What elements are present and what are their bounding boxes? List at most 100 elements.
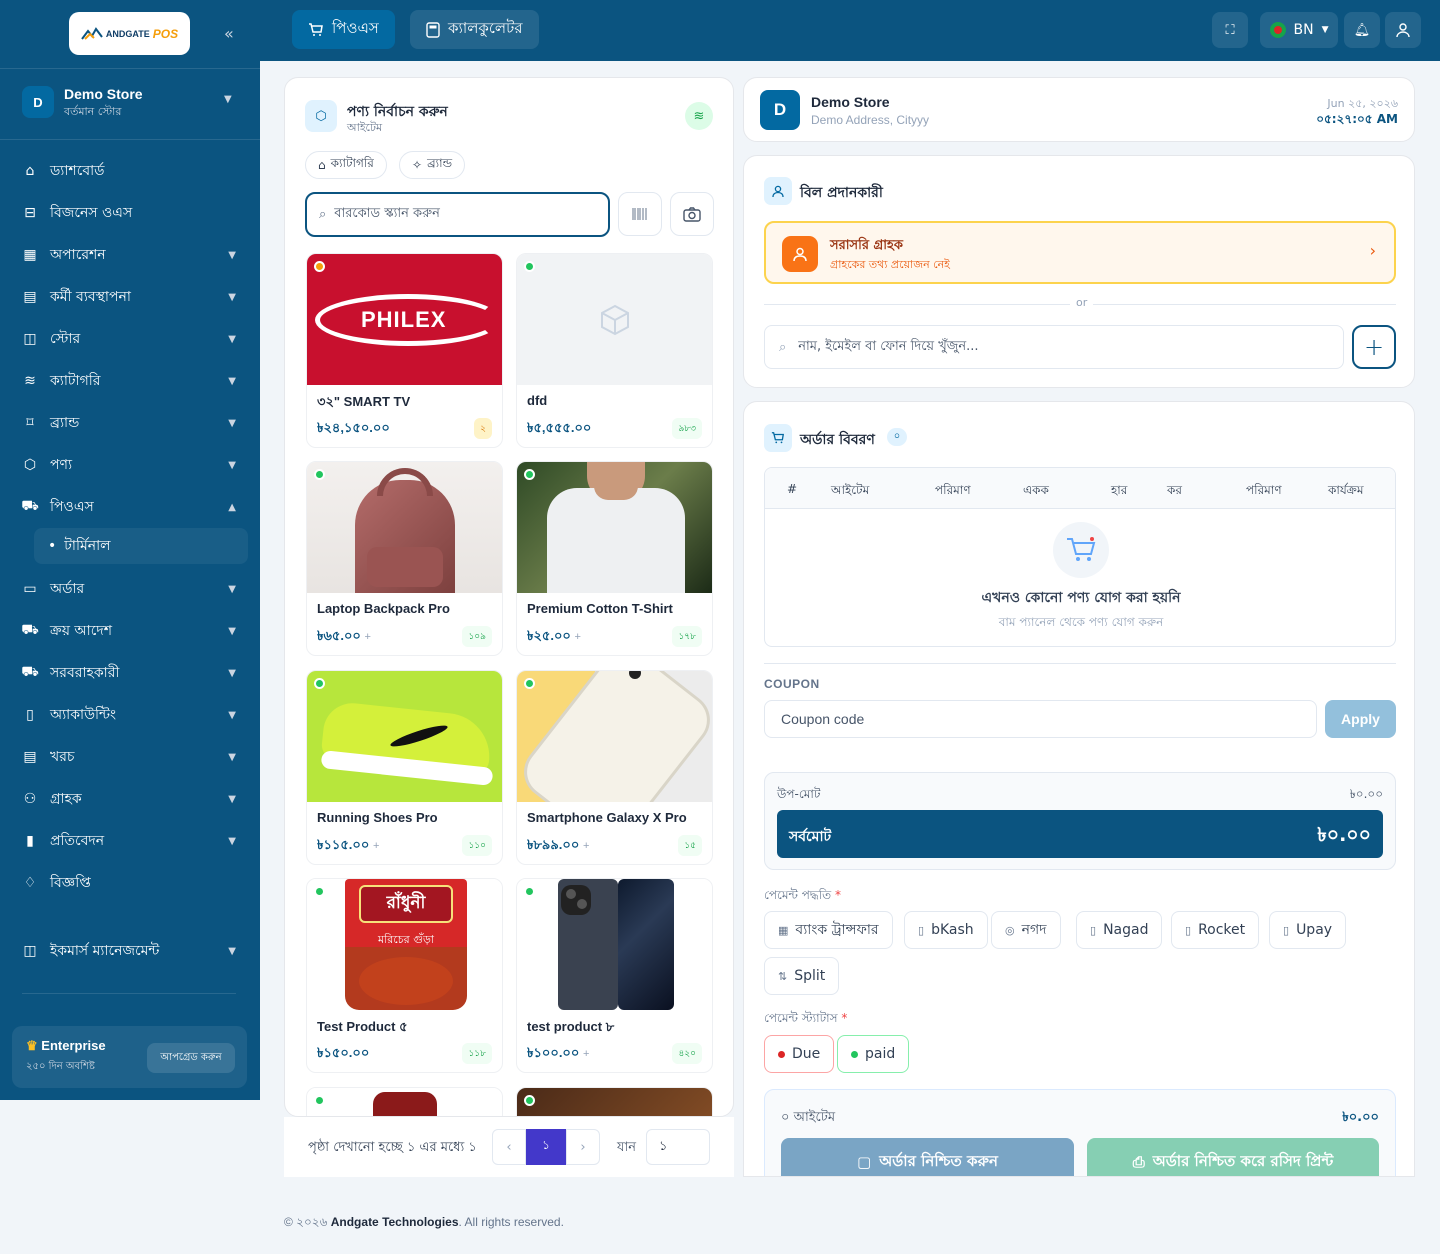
product-price: ৳৮৯৯.০০ + — [527, 836, 589, 857]
cart-icon — [309, 22, 323, 36]
notification-bell-icon[interactable]: 🔔︎ — [1344, 12, 1380, 48]
sidebar-item[interactable]: ▯ অ্যাকাউন্টিং ▼ — [12, 694, 248, 736]
chevron-down-icon: ▼ — [1321, 25, 1329, 35]
product-card[interactable]: Smartphone Galaxy X Pro ৳৮৯৯.০০ + ১৫ — [516, 670, 713, 865]
chevron-down-icon: ▼ — [228, 835, 236, 847]
sidebar-item[interactable]: ≋ ক্যাটাগরি ▼ — [12, 360, 248, 402]
order-card: অর্ডার বিবরণ ০ # আইটেম পরিমাণ একক হার কর পরিমা… — [743, 401, 1415, 1177]
coupon-input[interactable]: Coupon code — [764, 700, 1317, 738]
sidebar-item[interactable]: ⌂ ড্যাশবোর্ড — [12, 150, 248, 192]
stock-badge: ১১৮ — [462, 1043, 492, 1064]
payment-method-option[interactable]: ◎ নগদ — [991, 911, 1061, 949]
payment-method-option[interactable]: ▯ Nagad — [1076, 911, 1163, 949]
table-header-cell: একক — [1023, 483, 1049, 497]
barcode-search-input[interactable]: ⌕ বারকোড স্ক্যান করুন — [305, 192, 610, 237]
apply-coupon-button[interactable]: Apply — [1325, 700, 1396, 738]
sidebar-item-label: গ্রাহক — [50, 791, 82, 807]
bell-icon: ♢ — [23, 875, 37, 891]
sidebar-item[interactable]: ⛟ সরবরাহকারী ▼ — [12, 652, 248, 694]
sidebar-item[interactable]: ⬡ পণ্য ▼ — [12, 444, 248, 486]
award-icon: ✧ — [412, 158, 423, 172]
or-divider-label: or — [1070, 296, 1094, 309]
payment-method-option[interactable]: ▯ Upay — [1269, 911, 1347, 949]
order-summary: ০ আইটেম ৳০.০০ ▢ অর্ডার নিশ্চিত করুন ⎙ অর্ড… — [764, 1089, 1396, 1176]
camera-icon[interactable] — [670, 192, 714, 236]
page-current[interactable]: ১ — [526, 1129, 566, 1165]
book-icon: ▯ — [26, 707, 34, 723]
brand-filter[interactable]: ✧ ব্র্যান্ড — [399, 151, 466, 179]
walkin-title: সরাসরি গ্রাহক — [830, 238, 903, 253]
price-plus: + — [582, 840, 590, 852]
sidebar-item[interactable]: ◫ ইকমার্স ম্যানেজমেন্ট ▼ — [12, 930, 248, 972]
table-header-cell: # — [787, 482, 798, 496]
stock-badge: ১৭৮ — [672, 626, 702, 647]
prev-page-icon[interactable]: ‹ — [492, 1129, 526, 1165]
chevron-down-icon[interactable]: ▼ — [224, 94, 232, 105]
goto-page-input[interactable]: ১ — [646, 1129, 710, 1165]
product-image — [307, 1088, 502, 1116]
walkin-customer-option[interactable]: সরাসরি গ্রাহক গ্রাহকের তথ্য প্রয়োজন নেই… — [764, 221, 1396, 284]
payment-method-option[interactable]: ▯ bKash — [904, 911, 988, 949]
calculator-button[interactable]: ক্যালকুলেটর — [410, 10, 539, 49]
price-value: ৳১৫০.০০ — [317, 1045, 370, 1060]
status-paid[interactable]: paid — [837, 1035, 910, 1073]
sidebar-item-label: কর্মী ব্যবস্থাপনা — [50, 289, 131, 305]
product-card[interactable] — [516, 1087, 713, 1116]
product-card[interactable]: Premium Cotton T-Shirt ৳২৫.০০ + ১৭৮ — [516, 461, 713, 656]
confirm-print-label: অর্ডার নিশ্চিত করে রসিদ প্রিন্ট — [1152, 1151, 1334, 1170]
product-card[interactable]: Running Shoes Pro ৳১১৫.০০ + ১১০ — [306, 670, 503, 865]
product-name: Test Product ৫ — [317, 1019, 408, 1034]
sidebar-item[interactable]: ♢ বিজ্ঞপ্তি — [12, 862, 248, 904]
sidebar-item[interactable]: ⛟ পিওএস ▲ — [12, 486, 248, 528]
price-value: ৳১০০.০০ — [527, 1045, 580, 1060]
status-due[interactable]: Due — [764, 1035, 835, 1073]
language-selector[interactable]: BN ▼ — [1260, 12, 1338, 48]
product-card[interactable]: dfd ৳৫,৫৫৫.০০ ৯৮৩ — [516, 253, 713, 448]
customer-search-input[interactable]: ⌕ নাম, ইমেইল বা ফোন দিয়ে খুঁজুন... — [764, 325, 1344, 369]
fullscreen-icon[interactable]: ⛶ — [1212, 12, 1248, 48]
confirm-print-button[interactable]: ⎙ অর্ডার নিশ্চিত করে রসিদ প্রিন্ট — [1087, 1138, 1379, 1176]
sidebar-item[interactable]: ▤ কর্মী ব্যবস্থাপনা ▼ — [12, 276, 248, 318]
product-price: ৳৬৫.০০ + — [317, 627, 371, 648]
sidebar-item[interactable]: ▦ অপারেশন ▼ — [12, 234, 248, 276]
bank-icon: ▦ — [778, 923, 789, 937]
sidebar-item[interactable]: ⌑ ব্র্যান্ড ▼ — [12, 402, 248, 444]
pos-button[interactable]: পিওএস — [292, 10, 395, 49]
sidebar-item[interactable]: ⛟ ক্রয় আদেশ ▼ — [12, 610, 248, 652]
chart-icon: ▮ — [26, 833, 34, 849]
collapse-sidebar-icon[interactable]: « — [224, 24, 234, 43]
category-filter[interactable]: ⌂ ক্যাটাগরি — [305, 151, 387, 179]
product-card[interactable]: Laptop Backpack Pro ৳৬৫.০০ + ১০৯ — [306, 461, 503, 656]
pos-button-label: পিওএস — [332, 19, 379, 37]
sidebar-item[interactable]: ▤ খরচ ▼ — [12, 736, 248, 778]
chevron-down-icon: ▼ — [228, 459, 236, 471]
footer-company[interactable]: Andgate Technologies — [331, 1215, 459, 1229]
user-profile-icon[interactable] — [1385, 12, 1421, 48]
payment-method-option[interactable]: ▯ Rocket — [1171, 911, 1260, 949]
price-value: ৳৮৯৯.০০ — [527, 837, 580, 852]
logo[interactable]: ANDGATE POS — [69, 12, 190, 55]
sidebar-item-terminal[interactable]: • টার্মিনাল — [34, 528, 248, 564]
status-paid-label: paid — [865, 1046, 896, 1062]
product-card[interactable]: রাঁধুনী মরিচের গুঁড়া Test Product ৫ ৳১৫… — [306, 878, 503, 1073]
sidebar-item[interactable]: ◫ স্টোর ▼ — [12, 318, 248, 360]
payment-method-option[interactable]: ⇅ Split — [764, 957, 840, 995]
product-image — [517, 671, 712, 802]
barcode-icon[interactable] — [618, 192, 662, 236]
stock-dot — [314, 678, 325, 689]
product-card[interactable]: test product ৮ ৳১০০.০০ + ৪২০ — [516, 878, 713, 1073]
payment-method-option[interactable]: ▦ ব্যাংক ট্রান্সফার — [764, 911, 893, 949]
add-customer-button[interactable]: + — [1352, 325, 1396, 369]
product-card[interactable]: PHILEX ৩২" SMART TV ৳২৪,১৫০.০০ ২ — [306, 253, 503, 448]
sidebar-item[interactable]: ▮ প্রতিবেদন ▼ — [12, 820, 248, 862]
upgrade-button[interactable]: আপগ্রেড করুন — [147, 1043, 235, 1073]
sidebar-item[interactable]: ⚇ গ্রাহক ▼ — [12, 778, 248, 820]
next-page-icon[interactable]: › — [566, 1129, 600, 1165]
sidebar-item-label: ব্র্যান্ড — [50, 415, 80, 431]
product-price: ৳১১৫.০০ + — [317, 836, 379, 857]
confirm-order-button[interactable]: ▢ অর্ডার নিশ্চিত করুন — [781, 1138, 1074, 1176]
plan-remaining: ২৫০ দিন অবশিষ্ট — [26, 1061, 95, 1072]
sidebar-item[interactable]: ▭ অর্ডার ▼ — [12, 568, 248, 610]
product-card[interactable] — [306, 1087, 503, 1116]
sidebar-item[interactable]: ⊟ বিজনেস ওএস — [12, 192, 248, 234]
